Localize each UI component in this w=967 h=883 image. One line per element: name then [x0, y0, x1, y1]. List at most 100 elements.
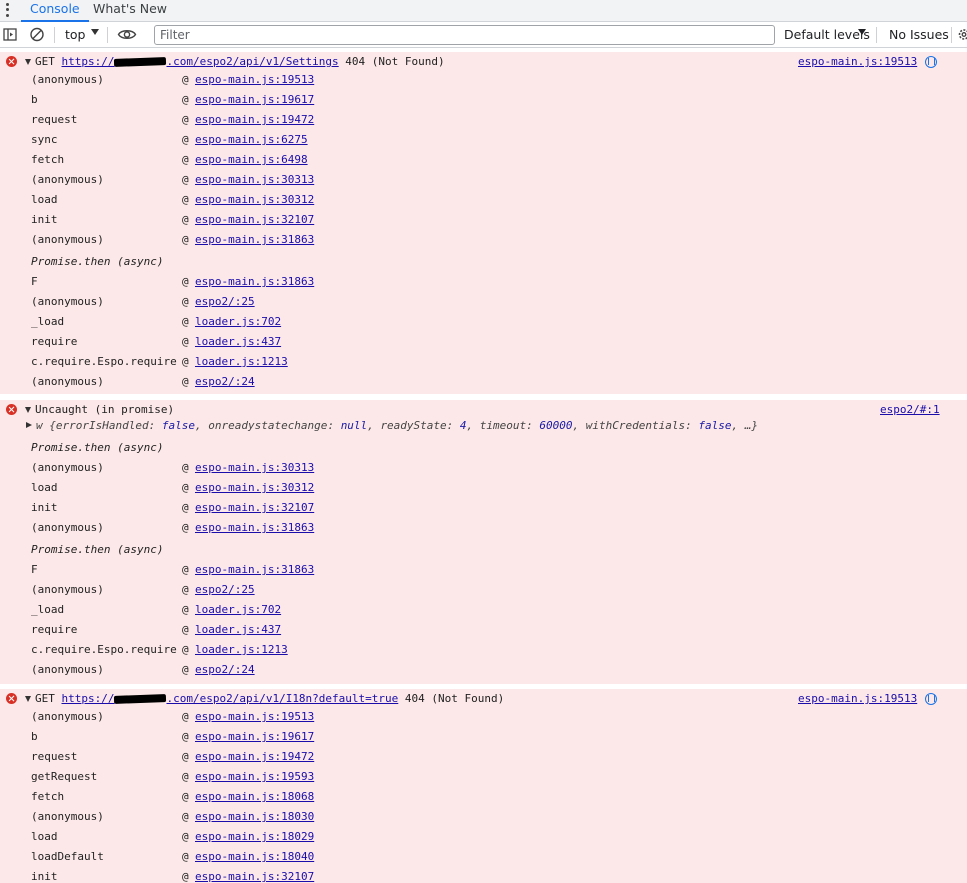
stack-function: fetch: [31, 153, 65, 166]
stack-frame-link[interactable]: loader.js:702: [195, 602, 281, 618]
async-separator: Promise.then (async): [31, 543, 164, 556]
stack-function: (anonymous): [31, 173, 104, 186]
stack-frame-link[interactable]: loader.js:702: [195, 314, 281, 330]
levels-chevron-down-icon[interactable]: [858, 29, 866, 35]
eye-icon[interactable]: [117, 26, 137, 43]
stack-frame-link[interactable]: espo-main.js:19472: [195, 112, 314, 128]
stack-at-sign: @: [182, 233, 189, 246]
context-selector[interactable]: top: [65, 27, 85, 42]
tab-whats-new[interactable]: What's New: [93, 0, 167, 22]
request-url[interactable]: https://.com/espo2/api/v1/I18n?default=t…: [62, 692, 399, 705]
sidebar-toggle-icon[interactable]: [3, 26, 17, 43]
message-source-link[interactable]: espo-main.js:19513: [798, 54, 917, 70]
error-object-preview[interactable]: w {errorIsHandled: false, onreadystatech…: [36, 418, 758, 434]
log-levels-dropdown[interactable]: Default levels: [784, 27, 870, 42]
expand-triangle-icon[interactable]: [25, 59, 31, 65]
toolbar-divider: [107, 27, 108, 43]
stack-function: b: [31, 93, 38, 106]
stack-function: (anonymous): [31, 663, 104, 676]
stack-frame-link[interactable]: loader.js:1213: [195, 354, 288, 370]
stack-at-sign: @: [182, 501, 189, 514]
network-request-icon[interactable]: [925, 693, 937, 705]
stack-frame-link[interactable]: espo-main.js:18040: [195, 849, 314, 865]
stack-frame-link[interactable]: espo-main.js:6275: [195, 132, 308, 148]
stack-frame-link[interactable]: espo-main.js:19617: [195, 92, 314, 108]
stack-frame-link[interactable]: espo-main.js:30312: [195, 480, 314, 496]
stack-function: (anonymous): [31, 295, 104, 308]
stack-frame-link[interactable]: espo-main.js:19513: [195, 72, 314, 88]
stack-at-sign: @: [182, 870, 189, 883]
request-line: GET https://.com/espo2/api/v1/Settings 4…: [35, 54, 445, 70]
expand-triangle-icon[interactable]: [25, 696, 31, 702]
expand-triangle-icon[interactable]: [25, 407, 31, 413]
stack-frame-link[interactable]: espo-main.js:19513: [195, 709, 314, 725]
stack-frame-link[interactable]: espo-main.js:30313: [195, 172, 314, 188]
stack-frame-link[interactable]: espo-main.js:18029: [195, 829, 314, 845]
stack-at-sign: @: [182, 730, 189, 743]
stack-function: _load: [31, 315, 65, 328]
stack-at-sign: @: [182, 461, 189, 474]
console-toolbar: top Default levels No Issues: [0, 22, 967, 48]
stack-frame-link[interactable]: espo-main.js:31863: [195, 520, 314, 536]
console-error-message: GET https://.com/espo2/api/v1/I18n?defau…: [0, 689, 967, 883]
stack-frame-link[interactable]: espo-main.js:18030: [195, 809, 314, 825]
expand-object-triangle-icon[interactable]: [26, 422, 32, 428]
stack-function: F: [31, 275, 38, 288]
async-separator: Promise.then (async): [31, 255, 164, 268]
stack-frame-link[interactable]: espo-main.js:30312: [195, 192, 314, 208]
stack-function: init: [31, 501, 58, 514]
stack-frame-link[interactable]: espo2/:25: [195, 294, 255, 310]
stack-at-sign: @: [182, 623, 189, 636]
stack-frame-link[interactable]: espo2/:24: [195, 662, 255, 678]
stack-frame-link[interactable]: espo-main.js:31863: [195, 562, 314, 578]
message-source-link[interactable]: espo2/#:1: [880, 402, 940, 418]
stack-at-sign: @: [182, 603, 189, 616]
stack-at-sign: @: [182, 770, 189, 783]
settings-gear-icon[interactable]: [957, 26, 967, 43]
stack-frame-link[interactable]: espo-main.js:19472: [195, 749, 314, 765]
stack-frame-link[interactable]: loader.js:437: [195, 334, 281, 350]
clear-console-icon[interactable]: [29, 26, 45, 43]
error-icon: [6, 56, 17, 67]
stack-at-sign: @: [182, 133, 189, 146]
network-request-icon[interactable]: [925, 56, 937, 68]
request-method: GET: [35, 55, 55, 68]
stack-function: request: [31, 113, 78, 126]
stack-frame-link[interactable]: espo2/:24: [195, 374, 255, 390]
error-icon: [6, 693, 17, 704]
tab-console[interactable]: Console: [21, 0, 89, 22]
toolbar-divider: [54, 27, 55, 43]
stack-at-sign: @: [182, 355, 189, 368]
more-options-icon[interactable]: [3, 2, 11, 18]
stack-at-sign: @: [182, 710, 189, 723]
filter-input[interactable]: [154, 25, 775, 45]
stack-frame-link[interactable]: espo-main.js:32107: [195, 500, 314, 516]
stack-frame-link[interactable]: espo-main.js:32107: [195, 212, 314, 228]
stack-function: (anonymous): [31, 461, 104, 474]
stack-function: fetch: [31, 790, 65, 803]
stack-frame-link[interactable]: espo-main.js:19593: [195, 769, 314, 785]
stack-frame-link[interactable]: espo-main.js:30313: [195, 460, 314, 476]
stack-frame-link[interactable]: espo-main.js:6498: [195, 152, 308, 168]
async-separator: Promise.then (async): [31, 441, 164, 454]
stack-frame-link[interactable]: espo-main.js:19617: [195, 729, 314, 745]
stack-frame-link[interactable]: espo-main.js:18068: [195, 789, 314, 805]
stack-frame-link[interactable]: espo-main.js:31863: [195, 274, 314, 290]
stack-at-sign: @: [182, 850, 189, 863]
request-status: 404 (Not Found): [345, 55, 445, 68]
context-chevron-down-icon[interactable]: [91, 29, 99, 35]
stack-at-sign: @: [182, 73, 189, 86]
stack-frame-link[interactable]: espo-main.js:32107: [195, 869, 314, 883]
stack-function: F: [31, 563, 38, 576]
message-source-link[interactable]: espo-main.js:19513: [798, 691, 917, 707]
stack-frame-link[interactable]: espo-main.js:31863: [195, 232, 314, 248]
stack-function: _load: [31, 603, 65, 616]
stack-frame-link[interactable]: loader.js:437: [195, 622, 281, 638]
stack-at-sign: @: [182, 375, 189, 388]
redacted-mark: [114, 694, 167, 704]
stack-at-sign: @: [182, 335, 189, 348]
request-url[interactable]: https://.com/espo2/api/v1/Settings: [62, 55, 339, 68]
stack-frame-link[interactable]: loader.js:1213: [195, 642, 288, 658]
issues-counter[interactable]: No Issues: [889, 27, 949, 42]
stack-frame-link[interactable]: espo2/:25: [195, 582, 255, 598]
